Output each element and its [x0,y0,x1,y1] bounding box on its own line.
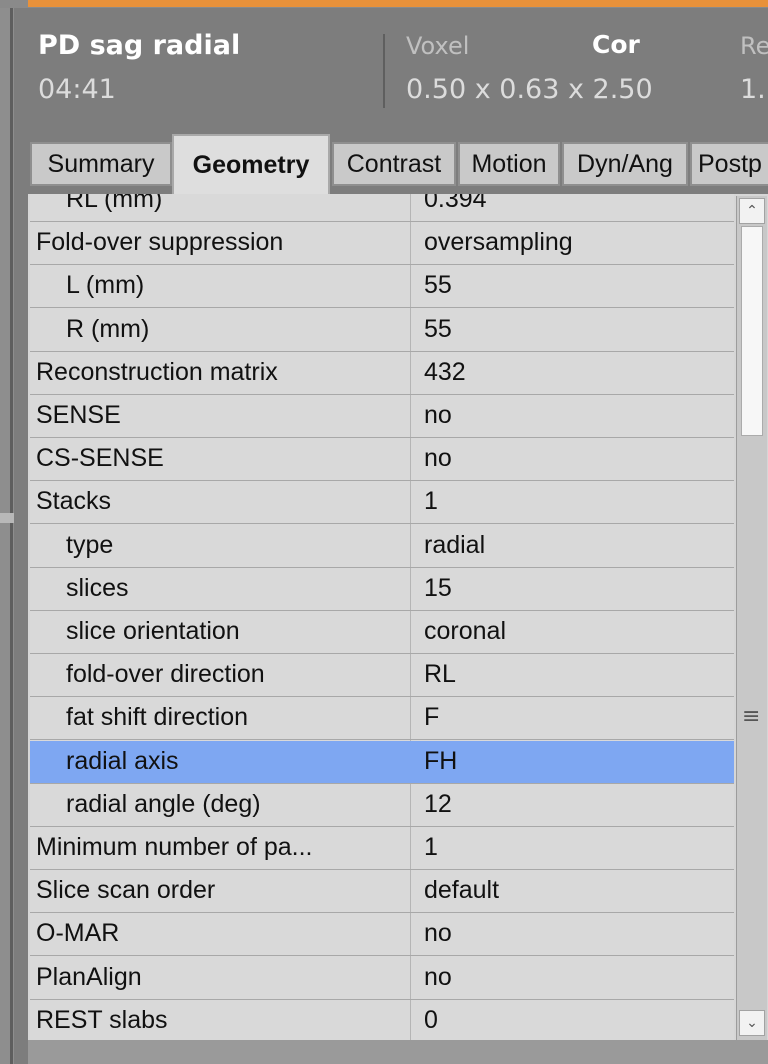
vertical-scrollbar[interactable]: ⌃ ≡ ⌄ [736,196,767,1040]
parameter-value[interactable]: no [424,963,452,992]
parameter-value[interactable]: 55 [424,271,452,300]
parameter-row[interactable]: slice orientation coronal [30,611,734,654]
parameter-label: slices [66,573,129,602]
parameter-value[interactable]: 12 [424,790,452,819]
parameter-row[interactable]: Reconstruction matrix 432 [30,352,734,395]
parameter-row[interactable]: Stacks 1 [30,481,734,525]
parameter-table: RL (mm) 0.394 Fold-over suppression oversam… [30,194,734,1040]
parameter-label: Reconstruction matrix [36,357,278,386]
parameter-value[interactable]: 1 [424,487,438,516]
tab-summary[interactable]: Summary [30,142,172,186]
parameter-value[interactable]: 0 [424,1006,438,1035]
parameter-row[interactable]: R (mm) 55 [30,309,734,352]
parameter-label: SENSE [36,401,121,429]
voxel-size-value: 0.50 x 0.63 x 2.50 [406,74,653,105]
parameter-label: L (mm) [66,271,145,300]
parameter-value[interactable]: RL [424,660,456,689]
parameter-value[interactable]: no [424,401,452,430]
geometry-panel: RL (mm) 0.394 Fold-over suppression oversam… [28,194,768,1064]
parameter-row[interactable]: REST slabs 0 [30,1000,734,1040]
parameter-row[interactable]: RL (mm) 0.394 [30,194,734,222]
parameter-label: radial axis [66,746,179,775]
left-splitter[interactable] [10,8,13,513]
parameter-label: fold-over direction [66,660,265,689]
parameter-value[interactable]: F [424,703,439,732]
parameter-value[interactable]: 1 [424,833,438,862]
parameter-row[interactable]: slices 15 [30,568,734,611]
grip-lines-icon[interactable]: ≡ [742,704,760,729]
protocol-header: PD sag radial 04:41 Voxel Cor Re 0.50 x … [14,8,768,134]
splitter-notch[interactable] [0,513,14,523]
parameter-value[interactable]: FH [424,747,457,776]
orientation-label: Cor [592,30,640,59]
parameter-value[interactable]: no [424,919,452,948]
chevron-up-icon[interactable]: ⌃ [739,198,765,224]
parameter-label: O-MAR [36,919,120,948]
parameter-label: Stacks [36,487,112,516]
parameter-label: Minimum number of pa... [36,833,313,861]
chevron-down-icon[interactable]: ⌄ [739,1010,765,1036]
parameter-row[interactable]: Fold-over suppression oversampling [30,222,734,266]
tab-dyn-ang[interactable]: Dyn/Ang [562,142,688,186]
parameter-label: radial angle (deg) [66,789,261,818]
parameter-value[interactable]: 432 [424,358,466,387]
tab-contrast[interactable]: Contrast [332,142,456,186]
voxel-label: Voxel [406,32,470,60]
parameter-row[interactable]: PlanAlign no [30,957,734,1000]
parameter-row[interactable]: radial axis FH [30,740,734,784]
parameter-tabs: Summary Geometry Contrast Motion Dyn/Ang… [28,134,768,194]
parameter-label: slice orientation [66,617,240,645]
parameter-value[interactable]: 15 [424,574,452,603]
parameter-row[interactable]: O-MAR no [30,913,734,957]
parameter-row[interactable]: Minimum number of pa... 1 [30,827,734,870]
parameter-value[interactable]: oversampling [424,228,573,257]
parameter-row[interactable]: radial angle (deg) 12 [30,784,734,827]
parameter-value[interactable]: coronal [424,617,506,646]
re-label: Re [740,32,768,60]
parameter-row[interactable]: type radial [30,525,734,568]
tab-postproc[interactable]: Postp [690,142,768,186]
scroll-thumb[interactable] [741,226,763,436]
re-value: 1. [740,74,766,105]
scan-duration: 04:41 [38,74,116,105]
parameter-value[interactable]: no [424,444,452,473]
tab-geometry[interactable]: Geometry [172,134,330,194]
protocol-name: PD sag radial [38,30,241,61]
parameter-row[interactable]: fat shift direction F [30,697,734,741]
header-divider [383,34,385,108]
parameter-label: REST slabs [36,1005,168,1034]
parameter-label: Slice scan order [36,876,216,905]
parameter-value[interactable]: radial [424,531,485,560]
left-splitter-lower[interactable] [10,523,13,1064]
parameter-row[interactable]: L (mm) 55 [30,265,734,309]
parameter-value[interactable]: 55 [424,315,452,344]
parameter-label: type [66,530,114,559]
parameter-value[interactable]: 0.394 [424,194,487,214]
parameter-label: CS-SENSE [36,444,164,473]
parameter-row[interactable]: CS-SENSE no [30,438,734,482]
parameter-row[interactable]: SENSE no [30,395,734,438]
parameter-label: PlanAlign [36,962,142,991]
parameter-label: fat shift direction [66,703,249,732]
parameter-label: RL (mm) [66,194,163,213]
active-frame-border [28,0,768,7]
parameter-label: Fold-over suppression [36,228,284,257]
parameter-row[interactable]: Slice scan order default [30,870,734,914]
parameter-row[interactable]: fold-over direction RL [30,654,734,698]
parameter-label: R (mm) [66,314,150,343]
tab-motion[interactable]: Motion [458,142,560,186]
parameter-value[interactable]: default [424,876,499,905]
panel-bottom-edge [28,1040,768,1064]
